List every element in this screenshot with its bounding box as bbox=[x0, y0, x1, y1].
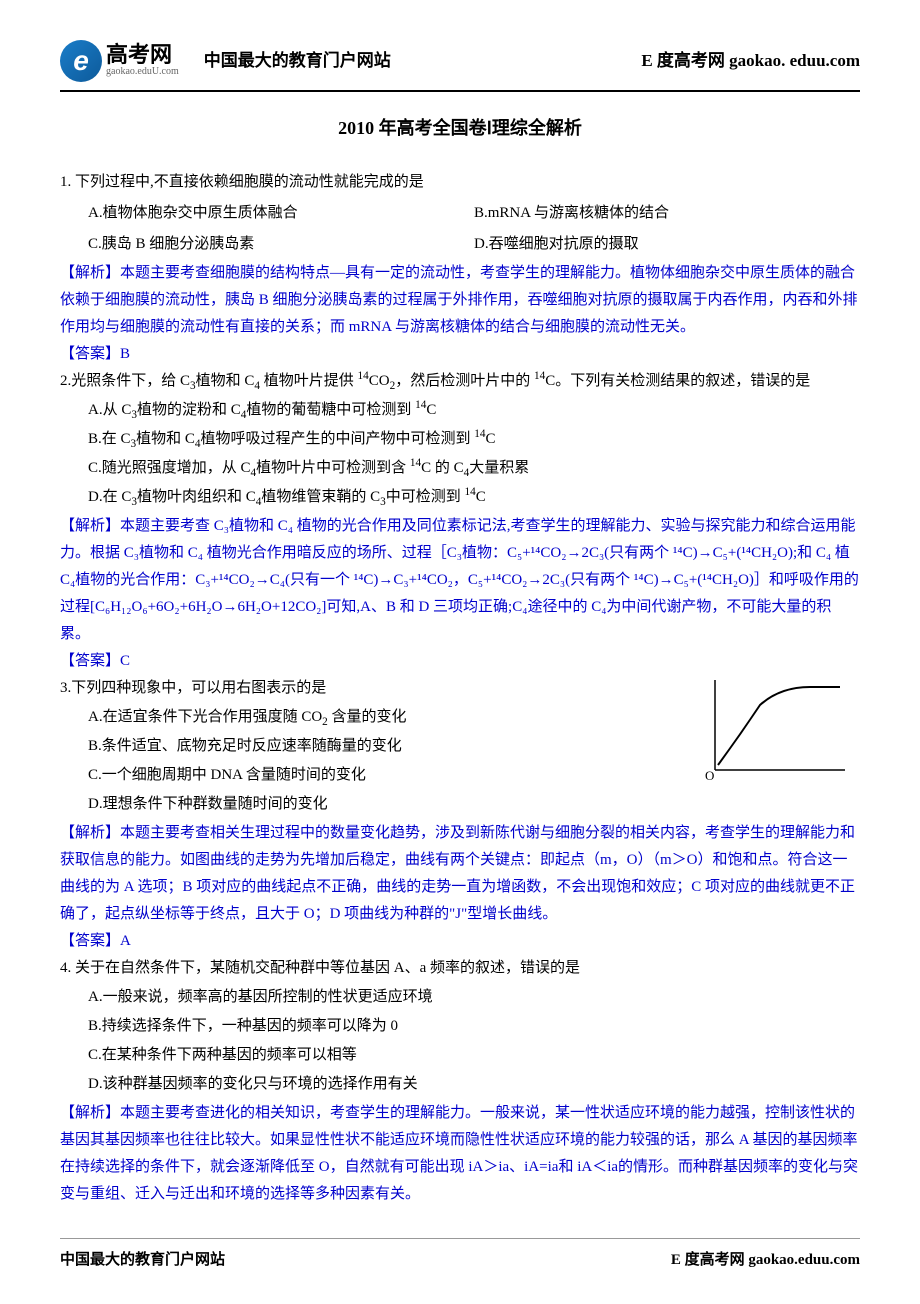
q2-optD-d: 中可检测到 bbox=[386, 489, 465, 505]
logo-text: 高考网 gaokao.eduU.com bbox=[106, 44, 179, 78]
q2-optC-b: 植物叶片中可检测到含 bbox=[256, 460, 410, 476]
q3-optA-a: A.在适宜条件下光合作用强度随 CO bbox=[88, 709, 322, 725]
q2-optA-b: 植物的淀粉和 C bbox=[137, 402, 241, 418]
page-header: e 高考网 gaokao.eduU.com 中国最大的教育门户网站 E 度高考网… bbox=[60, 40, 860, 92]
q2-optD-e: C bbox=[476, 489, 486, 505]
logo-text-main: 高考网 bbox=[106, 44, 179, 66]
q2-options: A.从 C3植物的淀粉和 C4植物的葡萄糖中可检测到 14C B.在 C3植物和… bbox=[60, 397, 860, 511]
logo-icon: e bbox=[60, 40, 102, 82]
q1-optA: A.植物体胞杂交中原生质体融合 bbox=[88, 200, 474, 227]
q2-stem-a: 2.光照条件下，给 C bbox=[60, 373, 190, 389]
q4-optB: B.持续选择条件下，一种基因的频率可以降为 0 bbox=[88, 1013, 860, 1040]
page-footer: 中国最大的教育门户网站 E 度高考网 gaokao.eduu.com bbox=[60, 1238, 860, 1274]
q1-explain: 【解析】本题主要考查细胞膜的结构特点—具有一定的流动性，考查学生的理解能力。植物… bbox=[60, 260, 860, 341]
q2-optC-c: C 的 C bbox=[421, 460, 464, 476]
q3-block: O 3.下列四种现象中，可以用右图表示的是 A.在适宜条件下光合作用强度随 CO… bbox=[60, 675, 860, 818]
header-title-left: 中国最大的教育门户网站 bbox=[204, 46, 391, 77]
q3-figure: O bbox=[700, 675, 850, 785]
header-title-right: E 度高考网 gaokao. eduu.com bbox=[641, 46, 860, 77]
q2-optB-a: B.在 C bbox=[88, 431, 131, 447]
q2-optB-c: 植物呼吸过程产生的中间产物中可检测到 bbox=[201, 431, 475, 447]
q1-answer: 【答案】B bbox=[60, 341, 860, 368]
footer-left: 中国最大的教育门户网站 bbox=[60, 1247, 225, 1274]
document-title: 2010 年高考全国卷Ⅰ理综全解析 bbox=[60, 112, 860, 144]
q2-optD: D.在 C3植物叶肉组织和 C4植物维管束鞘的 C3中可检测到 14C bbox=[88, 484, 860, 511]
q2-optC-a: C.随光照强度增加，从 C bbox=[88, 460, 251, 476]
q2-optC-d: 大量积累 bbox=[469, 460, 529, 476]
q2-stem-e: ，然后检测叶片中的 bbox=[395, 373, 534, 389]
logo: e 高考网 gaokao.eduU.com bbox=[60, 40, 179, 82]
q1-optB: B.mRNA 与游离核糖体的结合 bbox=[474, 200, 860, 227]
footer-right: E 度高考网 gaokao.eduu.com bbox=[671, 1247, 860, 1274]
q2-optA-d: C bbox=[426, 402, 436, 418]
axis-origin-label: O bbox=[705, 768, 714, 783]
q2-optC: C.随光照强度增加，从 C4植物叶片中可检测到含 14C 的 C4大量积累 bbox=[88, 455, 860, 482]
q2-stem-c: 植物叶片提供 bbox=[260, 373, 358, 389]
q2-answer: 【答案】C bbox=[60, 648, 860, 675]
q2-explain: 【解析】本题主要考查 C₃植物和 C₄ 植物的光合作用及同位素标记法,考查学生的… bbox=[60, 513, 860, 648]
q3-answer: 【答案】A bbox=[60, 928, 860, 955]
q1-stem: 1. 下列过程中,不直接依赖细胞膜的流动性就能完成的是 bbox=[60, 169, 860, 196]
q1-optC: C.胰岛 B 细胞分泌胰岛素 bbox=[88, 231, 474, 258]
q4-optA: A.一般来说，频率高的基因所控制的性状更适应环境 bbox=[88, 984, 860, 1011]
q2-optD-a: D.在 C bbox=[88, 489, 131, 505]
q2-optB: B.在 C3植物和 C4植物呼吸过程产生的中间产物中可检测到 14C bbox=[88, 426, 860, 453]
q2-optD-b: 植物叶肉组织和 C bbox=[137, 489, 256, 505]
q2-stem-b: 植物和 C bbox=[196, 373, 255, 389]
q2-optB-b: 植物和 C bbox=[136, 431, 195, 447]
q2-stem-d: CO bbox=[369, 373, 390, 389]
q4-explain: 【解析】本题主要考查进化的相关知识，考查学生的理解能力。一般来说，某一性状适应环… bbox=[60, 1100, 860, 1208]
q4-options: A.一般来说，频率高的基因所控制的性状更适应环境 B.持续选择条件下，一种基因的… bbox=[60, 984, 860, 1098]
q4-optC: C.在某种条件下两种基因的频率可以相等 bbox=[88, 1042, 860, 1069]
q3-optA-b: 含量的变化 bbox=[328, 709, 407, 725]
q2-stem: 2.光照条件下，给 C3植物和 C4 植物叶片提供 14CO2，然后检测叶片中的… bbox=[60, 368, 860, 395]
q2-stem-f: C。下列有关检测结果的叙述，错误的是 bbox=[545, 373, 810, 389]
q2-optD-c: 植物维管束鞘的 C bbox=[261, 489, 380, 505]
q2-optA-c: 植物的葡萄糖中可检测到 bbox=[246, 402, 415, 418]
q1-options: A.植物体胞杂交中原生质体融合 B.mRNA 与游离核糖体的结合 C.胰岛 B … bbox=[60, 198, 860, 260]
content: 1. 下列过程中,不直接依赖细胞膜的流动性就能完成的是 A.植物体胞杂交中原生质… bbox=[60, 169, 860, 1208]
q2-optA: A.从 C3植物的淀粉和 C4植物的葡萄糖中可检测到 14C bbox=[88, 397, 860, 424]
curve-chart-icon: O bbox=[700, 675, 850, 785]
q2-optA-a: A.从 C bbox=[88, 402, 131, 418]
q3-explain: 【解析】本题主要考查相关生理过程中的数量变化趋势，涉及到新陈代谢与细胞分裂的相关… bbox=[60, 820, 860, 928]
q4-optD: D.该种群基因频率的变化只与环境的选择作用有关 bbox=[88, 1071, 860, 1098]
logo-text-sub: gaokao.eduU.com bbox=[106, 66, 179, 78]
q4-stem: 4. 关于在自然条件下，某随机交配种群中等位基因 A、a 频率的叙述，错误的是 bbox=[60, 955, 860, 982]
q3-optD: D.理想条件下种群数量随时间的变化 bbox=[88, 791, 860, 818]
q1-optD: D.吞噬细胞对抗原的摄取 bbox=[474, 231, 860, 258]
q2-optB-d: C bbox=[486, 431, 496, 447]
